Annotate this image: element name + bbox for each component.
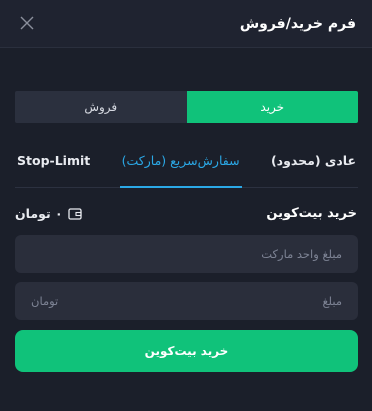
tab-market[interactable]: سفارش‌سریع (مارکت) [119,140,242,188]
buy-bitcoin-button[interactable]: خرید بیت‌کوین [15,330,358,372]
tab-buy[interactable]: خرید [186,91,358,123]
amount-unit: تومان [31,294,59,308]
tab-sell[interactable]: فروش [15,91,187,123]
tab-stop-limit[interactable]: Stop-Limit [15,140,92,187]
amount-label: مبلغ [322,294,342,308]
buy-bitcoin-label: خرید بیت‌کوین [266,206,357,221]
amount-field[interactable]: مبلغ تومان [15,282,358,320]
form-header: فرم خرید/فروش [0,0,372,48]
buy-sell-toggle: خرید فروش [15,91,358,123]
market-amount-input[interactable] [15,235,358,273]
order-type-tabs: عادی (محدود) سفارش‌سریع (مارکت) Stop-Lim… [15,140,358,188]
close-icon[interactable] [17,13,37,33]
tab-limit[interactable]: عادی (محدود) [269,140,358,187]
market-amount-field[interactable] [15,235,358,273]
page-title: فرم خرید/فروش [239,16,356,32]
balance-display: ۰ تومان [15,206,82,221]
wallet-icon [67,207,82,220]
balance-amount: ۰ تومان [15,206,63,221]
